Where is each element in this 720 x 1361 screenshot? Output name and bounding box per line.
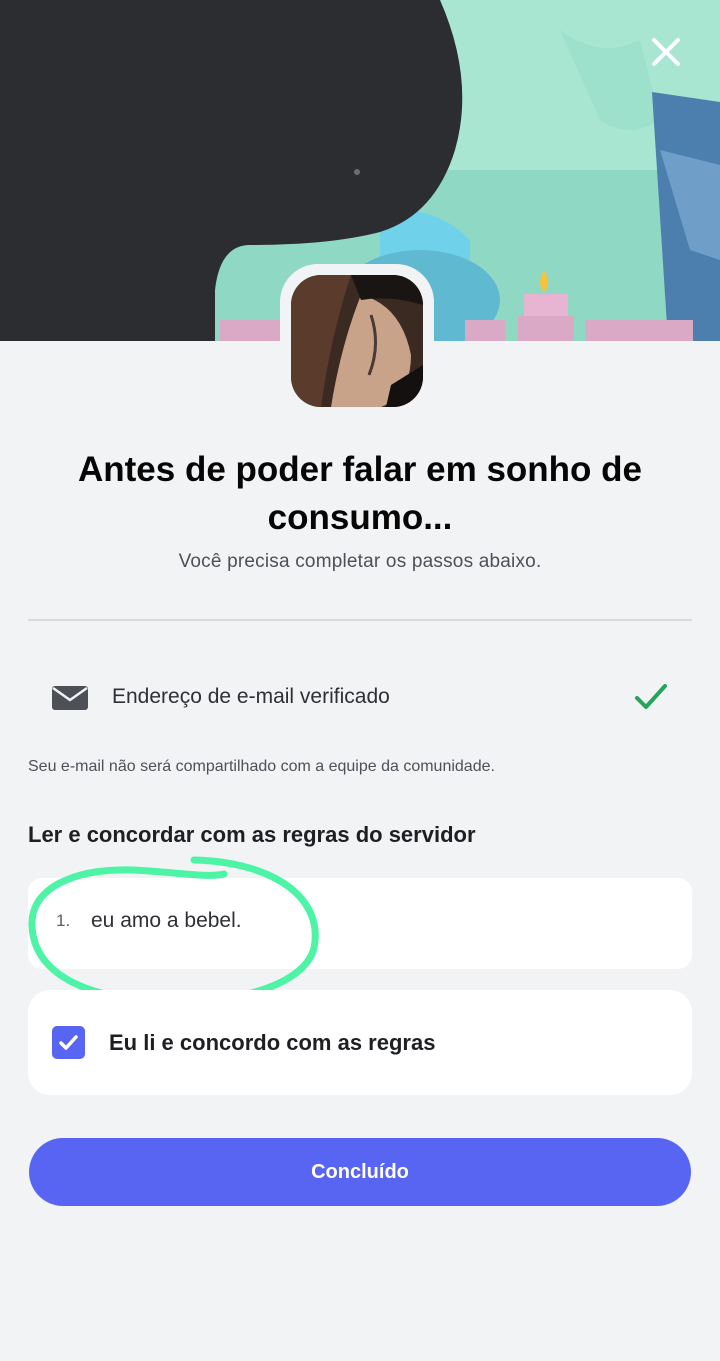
page-subtitle: Você precisa completar os passos abaixo. [178, 551, 542, 572]
mail-icon [52, 686, 88, 710]
server-avatar [291, 275, 423, 407]
divider [28, 619, 692, 621]
agree-label: Eu li e concordo com as regras [109, 1030, 436, 1055]
done-button[interactable]: Concluído [29, 1138, 691, 1206]
agree-checkbox[interactable] [52, 1026, 85, 1059]
email-privacy-note: Seu e-mail não será compartilhado com a … [28, 758, 495, 775]
rule-text: eu amo a bebel. [91, 909, 242, 932]
email-verified-label: Endereço de e-mail verificado [112, 685, 390, 708]
page-title: Antes de poder falar em sonho de consumo… [78, 450, 642, 537]
close-icon [652, 38, 680, 66]
rule-number: 1. [56, 911, 71, 930]
close-button[interactable] [648, 34, 684, 70]
avatar-image [291, 275, 423, 407]
agree-rules-row[interactable]: Eu li e concordo com as regras [28, 990, 692, 1095]
check-icon [635, 684, 667, 709]
server-avatar-frame [280, 264, 434, 418]
checkmark-icon [59, 1035, 78, 1050]
rules-heading: Ler e concordar com as regras do servido… [28, 822, 476, 847]
rules-list: 1. eu amo a bebel. [28, 878, 692, 969]
email-verification-row: Endereço de e-mail verificado [28, 670, 692, 726]
